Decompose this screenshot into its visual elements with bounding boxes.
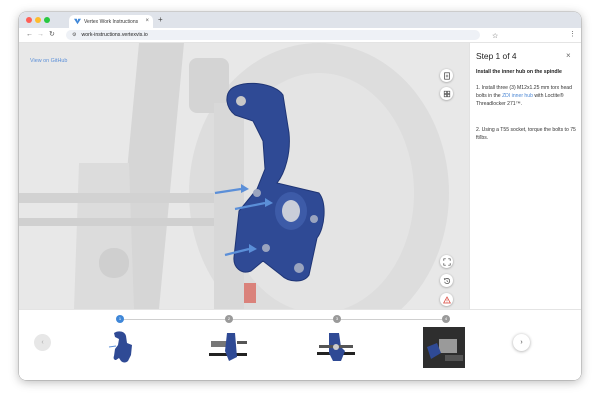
next-step-button[interactable]: › [513,334,530,351]
instruction-item: 1. Install three (3) M12x1.25 mm torx he… [476,85,578,108]
thumbnail-image [209,333,247,361]
browser-window: Vertex Work Instructions × + ← → ↻ ⚙ wor… [19,12,581,380]
step-title: Step 1 of 4 [476,51,517,61]
minimize-window-button[interactable] [35,17,41,23]
step-thumbnail-3[interactable] [315,327,357,368]
browser-menu-button[interactable]: ⋮ [569,30,576,40]
vertex-logo-icon [74,18,81,25]
address-bar[interactable]: ⚙ work-instructions.vertexvis.io ☆ [66,30,498,40]
parts-icon [443,90,450,97]
new-tab-button[interactable]: + [158,15,163,25]
forward-button[interactable]: → [37,30,44,40]
reset-view-button[interactable] [440,274,453,287]
fit-view-icon [442,257,451,266]
warning-icon [442,295,451,303]
site-info-icon[interactable]: ⚙ [72,32,76,38]
control-arm-lower [19,218,219,226]
warning-button[interactable] [440,293,453,306]
parts-button[interactable] [440,87,453,100]
fit-view-button[interactable] [440,255,453,268]
step-heading: Install the inner hub on the spindle [476,69,562,75]
close-window-button[interactable] [26,17,32,23]
spindle-upright [214,103,244,309]
reload-button[interactable]: ↻ [49,30,55,40]
thumbnail-image [423,327,465,368]
document-button[interactable] [440,69,453,82]
thumbnail-image [108,331,132,363]
shock-mount [99,248,129,278]
control-arm-upper [19,193,219,203]
step-thumbnail-1[interactable] [99,327,141,368]
3d-viewer[interactable]: View on GitHub [19,43,469,309]
step-dot-1[interactable]: 1 [116,315,124,323]
address-toolbar: ← → ↻ ⚙ work-instructions.vertexvis.io ☆… [19,28,581,43]
panel-close-button[interactable]: × [566,51,571,60]
step-dot-2[interactable]: 2 [225,315,233,323]
tab-close-button[interactable]: × [145,17,149,25]
previous-step-button[interactable]: ‹ [34,334,51,351]
bookmark-star-icon[interactable]: ☆ [492,33,498,41]
tab-title: Vertex Work Instructions [84,18,139,25]
back-button[interactable]: ← [26,30,33,40]
tab-strip: Vertex Work Instructions × + [19,12,581,28]
step-thumbnail-4[interactable] [423,327,465,368]
url-text: work-instructions.vertexvis.io [81,32,148,38]
reset-view-icon [443,277,450,284]
maximize-window-button[interactable] [44,17,50,23]
document-icon [443,71,450,80]
instruction-item: 2. Using a T55 socket, torque the bolts … [476,127,576,141]
3d-model-scene[interactable] [19,43,469,309]
thumbnail-image [317,333,355,361]
inner-hub-link[interactable]: ZDI inner hub [502,93,533,99]
step-thumbnail-2[interactable] [207,327,249,368]
progress-track [120,319,446,320]
browser-tab[interactable]: Vertex Work Instructions × [69,15,153,28]
view-on-github-link[interactable]: View on GitHub [30,58,67,64]
instruction-panel: Step 1 of 4 × Install the inner hub on t… [469,43,581,309]
frame-member [74,163,134,309]
caliper-hint [244,283,256,303]
step-navigator: 1 2 3 4 ‹ › [19,309,581,380]
step-dot-3[interactable]: 3 [333,315,341,323]
step-dot-4[interactable]: 4 [442,315,450,323]
